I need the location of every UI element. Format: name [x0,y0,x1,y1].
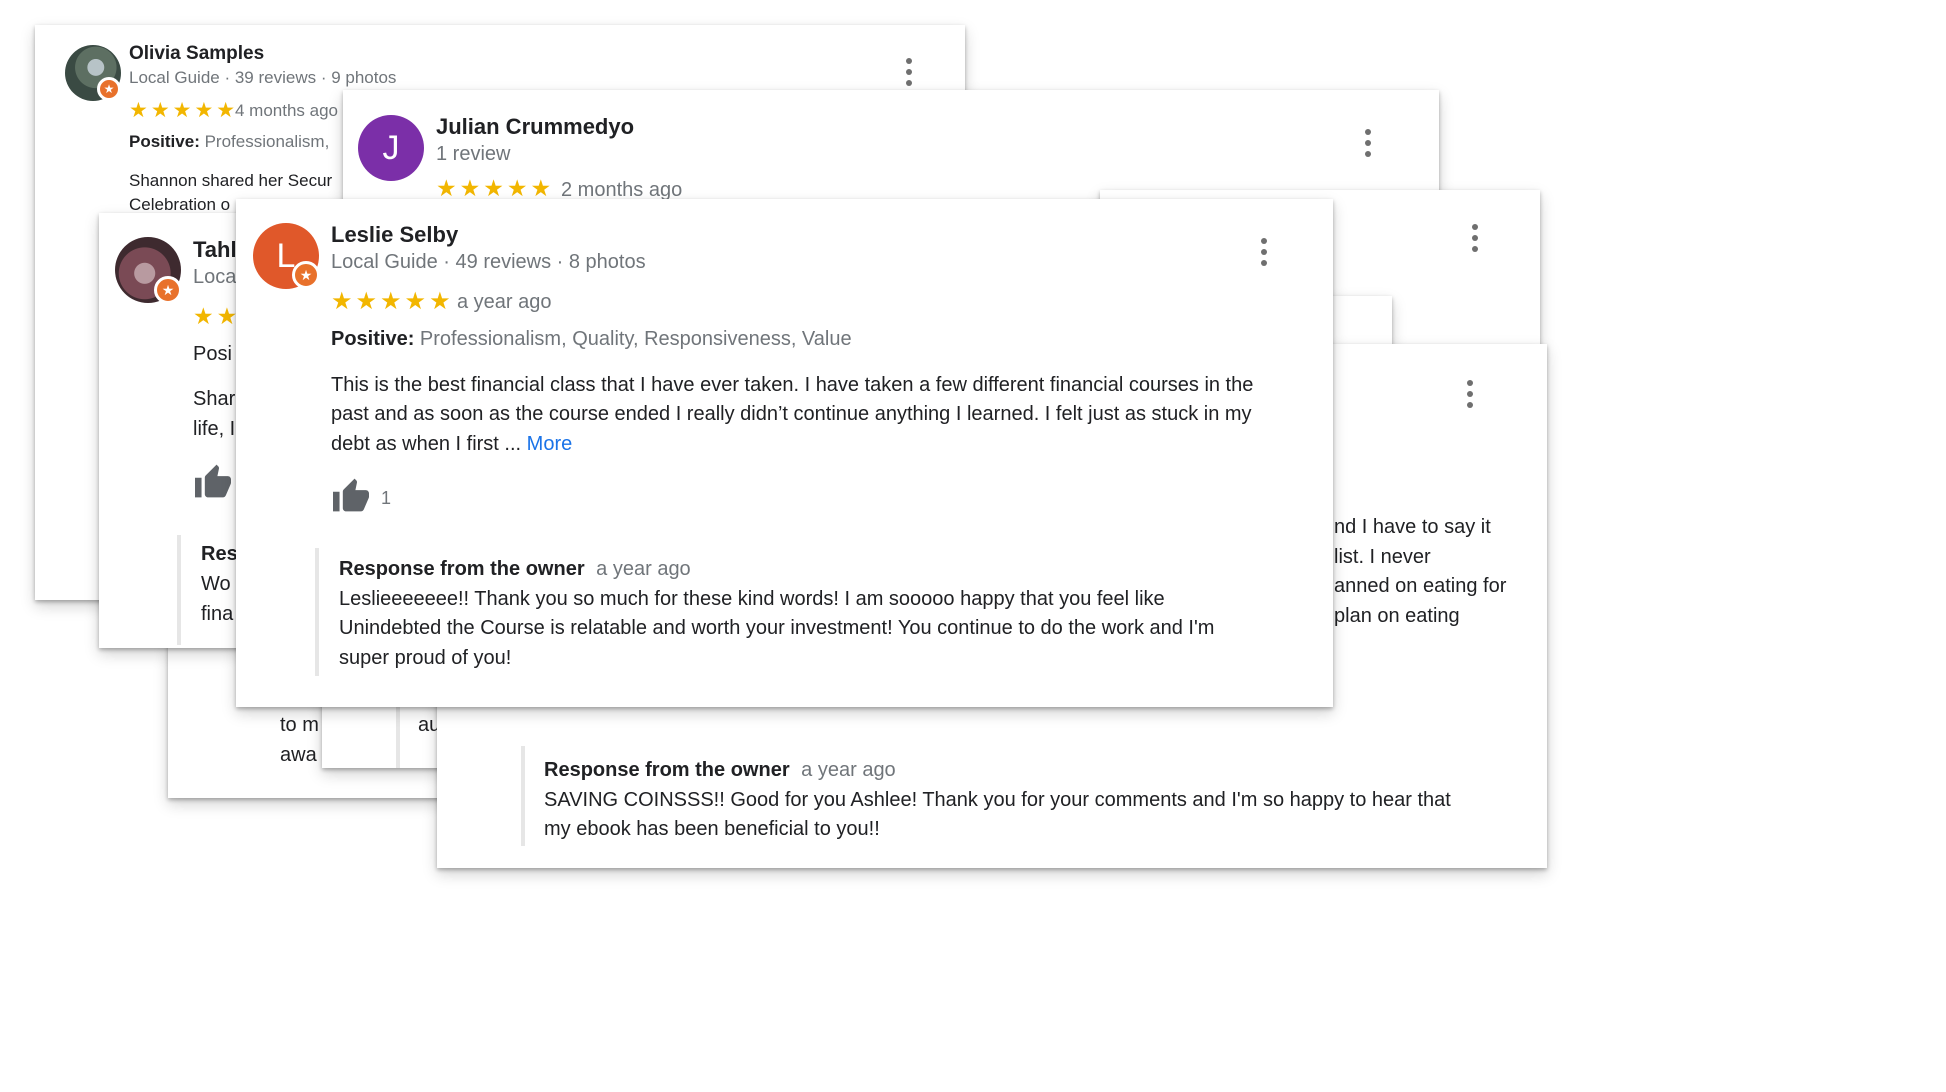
review-text-line-last: debt as when I first ... More [331,433,572,456]
reviewer-name[interactable]: Olivia Samples [129,43,264,65]
response-text-line: my ebook has been beneficial to you!! [544,818,880,840]
reviewer-meta: 1 review [436,143,511,165]
more-vert-icon[interactable] [1471,224,1479,252]
local-guide-badge-icon: ★ [97,77,121,101]
reviewer-meta: Local Guide · 39 reviews · 9 photos [129,68,397,87]
local-guide-badge-icon: ★ [292,261,320,289]
review-text-line: to m [280,714,319,736]
like-count: 1 [381,488,392,508]
star-rating: ★★★★★ [129,99,239,122]
review-text-line: anned on eating for [1334,575,1507,597]
response-text-line: Wo [201,573,231,595]
response-title: Response from the owner [339,558,585,580]
more-link[interactable]: More [527,433,573,455]
response-bar [521,746,525,846]
response-title: Res [201,543,238,565]
avatar[interactable]: J [358,115,424,181]
review-text-line: past and as soon as the course ended I r… [331,403,1252,425]
response-text-line: SAVING COINSSS!! Good for you Ashlee! Th… [544,789,1451,811]
positive-label: Positive: [129,132,200,151]
review-time: 4 months ago [235,101,339,120]
more-vert-icon[interactable] [1260,238,1268,266]
review-text-line: Shar [193,388,236,410]
reviewer-name[interactable]: Julian Crummedyo [436,114,634,140]
review-text-tail: debt as when I first ... [331,433,522,455]
review-card-leslie: L ★ Leslie Selby Local Guide · 49 review… [236,199,1333,707]
response-time: a year ago [801,759,896,781]
response-title: Response from the owner [544,759,790,781]
review-text-line: life, I [193,418,236,440]
response-header: Response from the owner a year ago [339,558,691,581]
reviewer-meta: Loca [193,266,237,288]
positive-values: Professionalism, [204,132,330,151]
response-text-line: fina [201,603,234,625]
response-text-line: Leslieeeeeee!! Thank you so much for the… [339,588,1165,610]
thumbs-up-icon[interactable] [193,463,233,499]
positive-attributes: Positive: Professionalism, [129,132,329,152]
review-text-line: This is the best financial class that I … [331,374,1254,396]
positive-label: Posi [193,343,232,365]
review-text-line: awa [280,744,317,766]
review-text-line: Celebration o [129,195,231,214]
response-time: a year ago [596,558,691,580]
star-rating: ★★★★★ [436,175,555,201]
more-vert-icon[interactable] [1364,129,1372,157]
positive-values: Professionalism, Quality, Responsiveness… [419,328,852,350]
more-vert-icon[interactable] [905,58,913,86]
reviewer-name[interactable]: Leslie Selby [331,222,458,248]
star-rating: ★★★★★ [331,288,454,315]
reviewer-name[interactable]: Tahl [193,237,237,263]
review-text-line: Shannon shared her Secur [129,171,333,190]
response-bar [315,548,319,676]
more-vert-icon[interactable] [1466,380,1474,408]
review-time: a year ago [457,291,552,313]
review-text-line: plan on eating [1334,605,1460,627]
response-text-line: super proud of you! [339,647,512,669]
thumbs-up-icon[interactable] [331,477,371,513]
review-text-line: list. I never [1334,546,1431,568]
review-text-line: nd I have to say it [1334,516,1491,538]
positive-attributes: Positive: Professionalism, Quality, Resp… [331,328,852,351]
response-text-line: Unindebted the Course is relatable and w… [339,617,1215,639]
star-rating: ★★ [193,303,241,329]
response-bar [177,535,181,645]
positive-label: Positive: [331,328,415,350]
response-header: Response from the owner a year ago [544,759,896,782]
local-guide-badge-icon: ★ [154,276,182,304]
reviewer-meta: Local Guide · 49 reviews · 8 photos [331,251,646,273]
